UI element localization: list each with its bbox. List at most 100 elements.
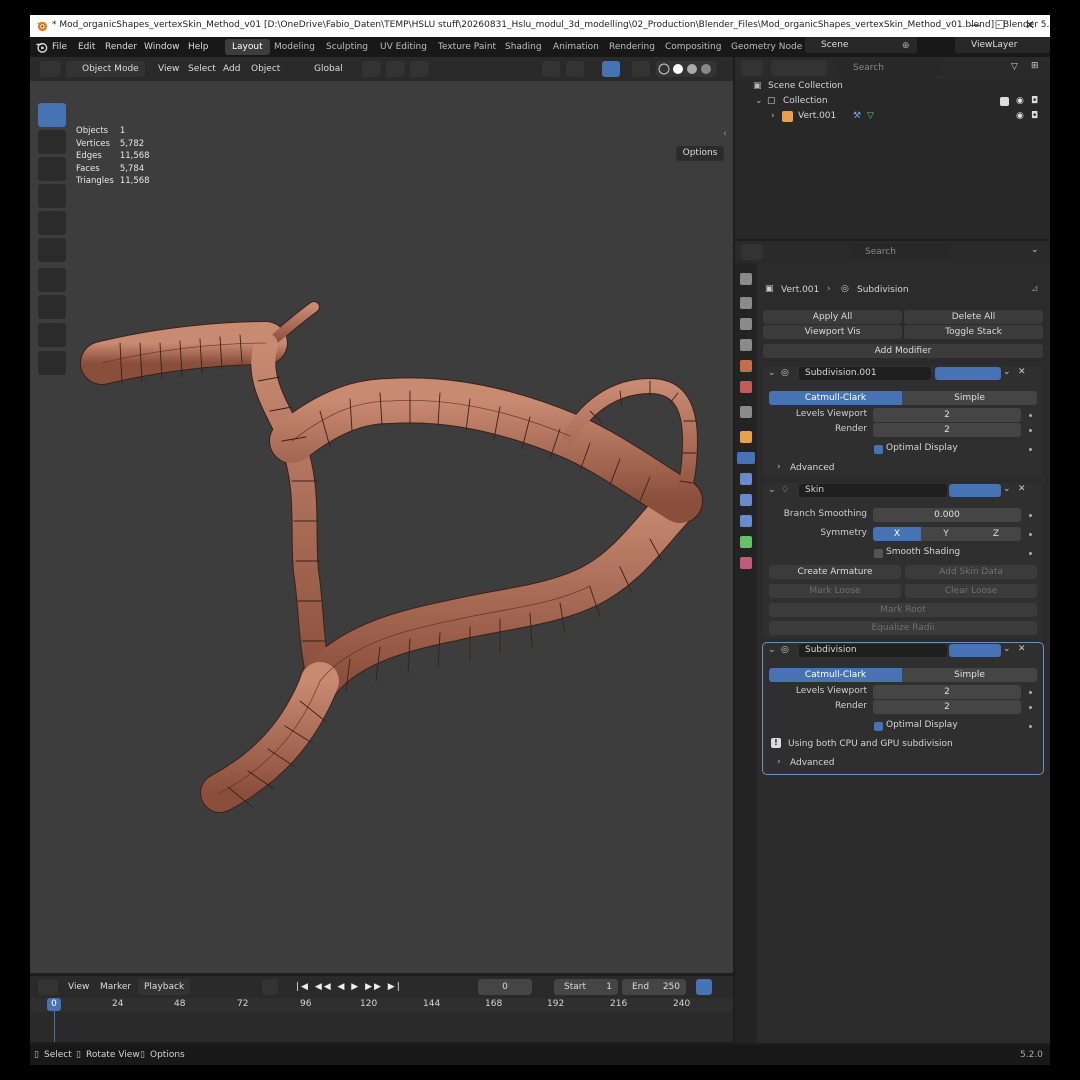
blender-menu-icon[interactable] bbox=[35, 41, 48, 53]
editor-type-icon[interactable] bbox=[40, 61, 60, 77]
object-tab-icon[interactable] bbox=[740, 431, 752, 443]
modifier-visibility-toggles[interactable] bbox=[949, 484, 1001, 497]
menu-window[interactable]: Window bbox=[144, 42, 180, 52]
delete-all-button[interactable]: Delete All bbox=[904, 310, 1043, 324]
material-tab-icon[interactable] bbox=[740, 557, 752, 569]
collection-tab-icon[interactable] bbox=[740, 406, 752, 418]
tab-layout[interactable]: Layout bbox=[225, 39, 270, 55]
clear-loose-button[interactable]: Clear Loose bbox=[905, 584, 1037, 598]
tool-tab-icon[interactable] bbox=[740, 273, 752, 285]
add-skin-data-button[interactable]: Add Skin Data bbox=[905, 565, 1037, 579]
modifier-visibility-toggles[interactable] bbox=[935, 367, 1001, 380]
object-render-camera-icon[interactable]: ◘ bbox=[1031, 109, 1038, 124]
visibility-icon[interactable] bbox=[542, 61, 560, 77]
proportional-edit-icon[interactable] bbox=[410, 61, 428, 77]
organic-mesh-object[interactable] bbox=[30, 81, 733, 973]
advanced-expand-icon[interactable]: › bbox=[777, 462, 781, 472]
tab-shading[interactable]: Shading bbox=[498, 39, 549, 55]
animate-dot-icon[interactable] bbox=[1029, 706, 1032, 709]
outliner-editor-icon[interactable] bbox=[741, 60, 763, 76]
properties-search-input[interactable]: Search bbox=[849, 244, 951, 260]
animate-dot-icon[interactable] bbox=[1029, 533, 1032, 536]
pin-icon[interactable]: ⊕ bbox=[902, 41, 910, 51]
expand-arrow-icon[interactable]: › bbox=[771, 109, 775, 124]
playhead[interactable]: 0 bbox=[47, 998, 61, 1011]
render-tab-icon[interactable] bbox=[740, 297, 752, 309]
remove-modifier-icon[interactable]: ✕ bbox=[1018, 644, 1026, 654]
tab-sculpting[interactable]: Sculpting bbox=[319, 39, 375, 55]
outliner-row-collection[interactable]: ⌄ ▢ Collection ◉ ◘ bbox=[735, 94, 1050, 109]
optimal-display-checkbox[interactable] bbox=[874, 445, 883, 454]
render-camera-icon[interactable]: ◘ bbox=[1031, 94, 1038, 109]
create-armature-button[interactable]: Create Armature bbox=[769, 565, 901, 579]
playback-controls-icon[interactable]: |◀ ◀◀ ◀ ▶ ▶▶ ▶| bbox=[296, 979, 402, 995]
panel-collapse-icon[interactable]: ⌄ bbox=[768, 485, 776, 495]
3d-viewport[interactable]: Options Objects 1 Vertices 5,782 Edges 11,5… bbox=[30, 81, 733, 973]
timeline-track[interactable]: 0 24 48 72 96 120 144 168 192 216 240 bbox=[30, 998, 733, 1042]
end-frame-field[interactable]: End 250 bbox=[622, 979, 686, 995]
outliner-row-scene-collection[interactable]: ▣ Scene Collection bbox=[735, 79, 1050, 94]
menu-view[interactable]: View bbox=[158, 61, 179, 77]
equalize-radii-button[interactable]: Equalize Radii bbox=[769, 621, 1037, 635]
maximize-button[interactable]: ☐ bbox=[985, 18, 1015, 32]
menu-file[interactable]: File bbox=[52, 42, 67, 52]
optimal-display-checkbox[interactable] bbox=[874, 722, 883, 731]
remove-modifier-icon[interactable]: ✕ bbox=[1018, 367, 1026, 377]
modifier-tab-icon[interactable] bbox=[737, 452, 755, 464]
modifier-dropdown-icon[interactable]: ⌄ bbox=[1003, 644, 1011, 654]
scene-tab-icon[interactable] bbox=[740, 360, 752, 372]
output-tab-icon[interactable] bbox=[740, 318, 752, 330]
exclude-checkbox[interactable] bbox=[1000, 97, 1009, 106]
timeline-overlay-icon[interactable] bbox=[696, 979, 712, 995]
symmetry-y-toggle[interactable]: Y bbox=[921, 527, 971, 541]
mark-root-button[interactable]: Mark Root bbox=[769, 603, 1037, 617]
tab-animation[interactable]: Animation bbox=[546, 39, 606, 55]
catmull-clark-option[interactable]: Catmull-Clark bbox=[769, 391, 902, 405]
playback-menu[interactable]: Playback bbox=[138, 979, 191, 995]
shading-modes[interactable] bbox=[656, 61, 716, 77]
timeline-menu-view[interactable]: View bbox=[68, 979, 89, 995]
outliner-filter-icon[interactable] bbox=[771, 60, 827, 76]
tab-geometry-nodes[interactable]: Geometry Node bbox=[724, 39, 810, 55]
outliner-search-input[interactable]: Search bbox=[837, 60, 943, 76]
render-levels-field[interactable]: 2 bbox=[873, 423, 1021, 437]
mark-loose-button[interactable]: Mark Loose bbox=[769, 584, 901, 598]
panel-collapse-icon[interactable]: ⌄ bbox=[768, 645, 776, 655]
auto-keying-icon[interactable] bbox=[262, 979, 278, 995]
particles-tab-icon[interactable] bbox=[740, 473, 752, 485]
apply-all-button[interactable]: Apply All bbox=[763, 310, 902, 324]
symmetry-x-toggle[interactable]: X bbox=[873, 527, 921, 541]
view-layer-tab-icon[interactable] bbox=[740, 339, 752, 351]
simple-option[interactable]: Simple bbox=[902, 391, 1037, 405]
add-modifier-button[interactable]: Add Modifier bbox=[763, 344, 1043, 358]
tab-rendering[interactable]: Rendering bbox=[602, 39, 662, 55]
object-visibility-eye-icon[interactable]: ◉ bbox=[1016, 109, 1024, 124]
xray-icon[interactable] bbox=[632, 61, 650, 77]
start-frame-field[interactable]: Start 1 bbox=[554, 979, 618, 995]
advanced-expand-icon[interactable]: › bbox=[777, 757, 781, 767]
animate-dot-icon[interactable] bbox=[1029, 448, 1032, 451]
menu-select[interactable]: Select bbox=[188, 61, 216, 77]
pin-properties-icon[interactable]: ⊿ bbox=[1031, 284, 1039, 294]
gizmo-icon[interactable] bbox=[566, 61, 584, 77]
outliner-filter-funnel-icon[interactable]: ▽ bbox=[1011, 62, 1018, 72]
collapse-arrow-icon[interactable]: ⌄ bbox=[755, 94, 763, 109]
outliner-row-object[interactable]: › Vert.001 ⚒ ▽ ◉ ◘ bbox=[735, 109, 1050, 124]
frame-ruler[interactable] bbox=[30, 998, 733, 1012]
catmull-clark-option[interactable]: Catmull-Clark bbox=[769, 668, 902, 682]
advanced-label[interactable]: Advanced bbox=[790, 758, 834, 768]
mode-selector[interactable]: Object Mode bbox=[66, 61, 145, 77]
overlay-icon[interactable] bbox=[602, 61, 620, 77]
animate-dot-icon[interactable] bbox=[1029, 429, 1032, 432]
toggle-stack-button[interactable]: Toggle Stack bbox=[904, 325, 1043, 339]
menu-edit[interactable]: Edit bbox=[78, 42, 95, 52]
advanced-label[interactable]: Advanced bbox=[790, 463, 834, 473]
physics-tab-icon[interactable] bbox=[740, 494, 752, 506]
scene-selector[interactable]: Scene bbox=[805, 37, 917, 53]
tab-compositing[interactable]: Compositing bbox=[658, 39, 728, 55]
tab-modeling[interactable]: Modeling bbox=[267, 39, 322, 55]
menu-help[interactable]: Help bbox=[188, 42, 209, 52]
remove-modifier-icon[interactable]: ✕ bbox=[1018, 484, 1026, 494]
animate-dot-icon[interactable] bbox=[1029, 552, 1032, 555]
branch-smoothing-field[interactable]: 0.000 bbox=[873, 508, 1021, 522]
